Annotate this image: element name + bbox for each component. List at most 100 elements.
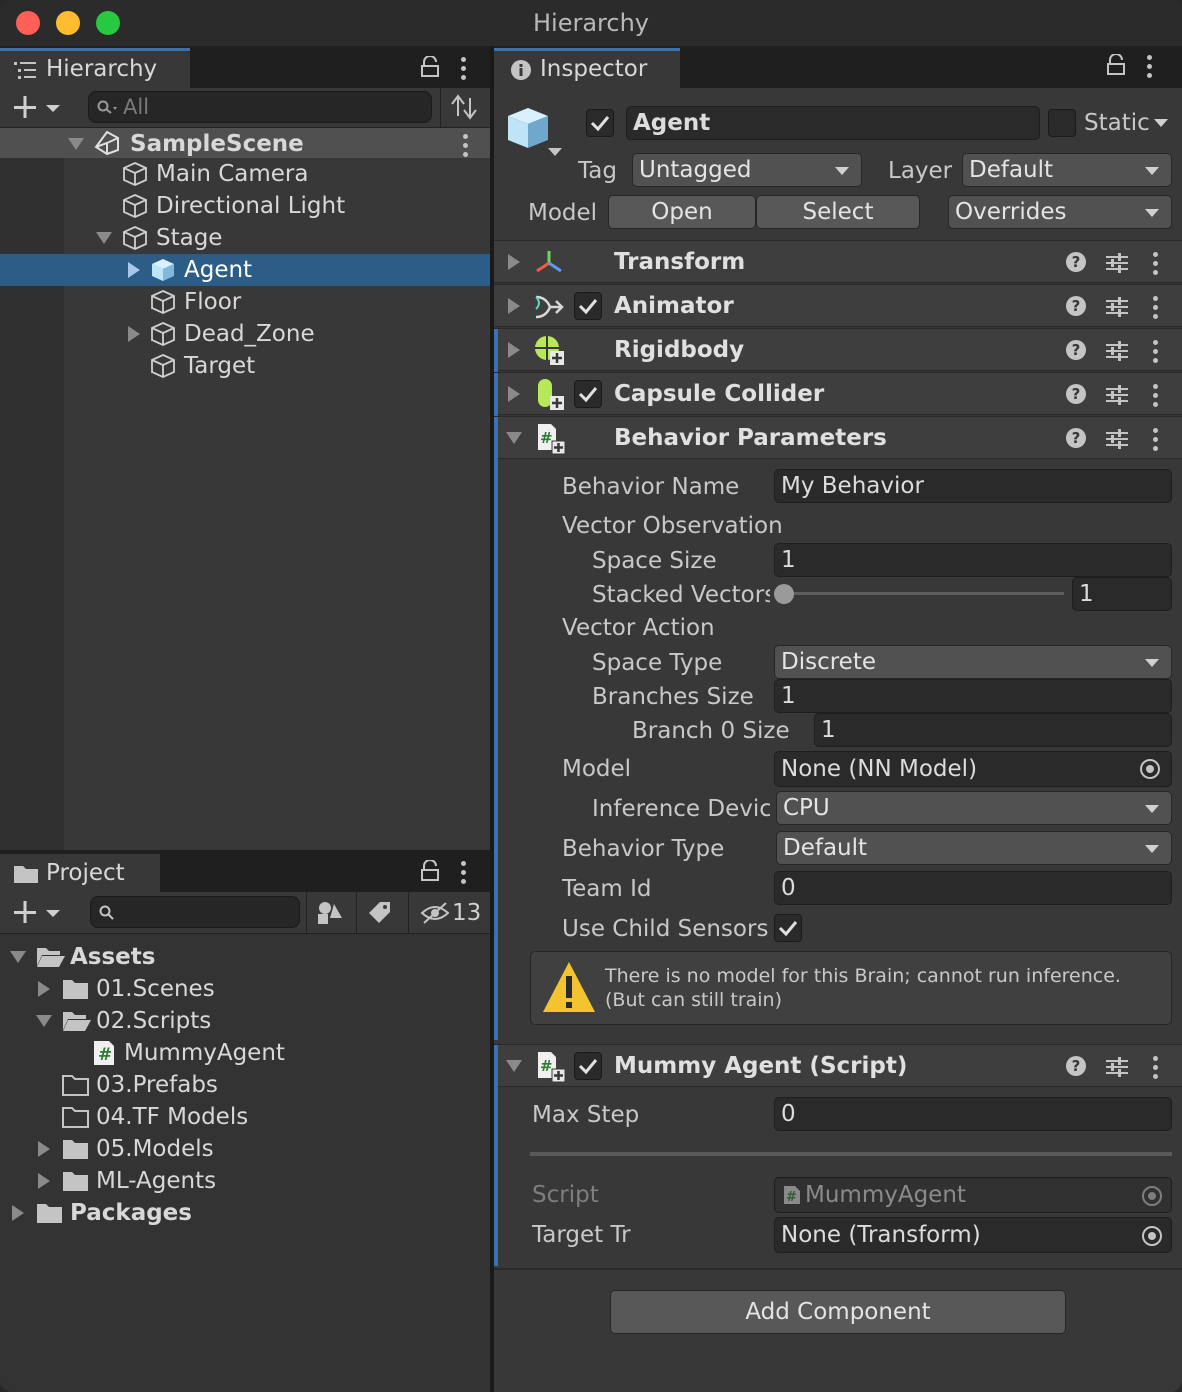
tab-hierarchy[interactable]: Hierarchy [0,48,190,88]
component-behavior-parameters[interactable]: # Behavior Parameters ? [494,416,1182,461]
sort-icon[interactable] [450,94,478,122]
static-dropdown-icon[interactable] [1154,119,1168,127]
overrides-dropdown[interactable]: Overrides [948,195,1172,229]
expand-arrow-icon[interactable] [128,326,140,342]
close-window-button[interactable] [16,11,40,35]
component-mummy-agent[interactable]: # Mummy Agent (Script) ? [494,1044,1182,1089]
object-picker-icon[interactable] [1139,758,1161,780]
hierarchy-item-directional-light[interactable]: Directional Light [0,190,490,222]
help-icon[interactable]: ? [1066,384,1086,404]
lock-icon[interactable] [420,56,440,78]
collapse-arrow-icon[interactable] [506,1060,522,1072]
component-animator[interactable]: Animator ? [494,284,1182,327]
expand-arrow-icon[interactable] [508,254,520,270]
use-child-sensors-toggle[interactable] [774,914,802,942]
behavior-type-dropdown[interactable]: Default [776,831,1172,865]
scene-row[interactable]: SampleScene [0,128,490,158]
zoom-window-button[interactable] [96,11,120,35]
help-icon[interactable]: ? [1066,252,1086,272]
project-item-scenes[interactable]: 01.Scenes [0,973,490,1005]
object-name-input[interactable]: Agent [626,106,1040,140]
project-item-models[interactable]: 05.Models [0,1133,490,1165]
create-button[interactable] [12,94,64,122]
project-item-assets[interactable]: Assets [0,941,490,973]
project-item-tf-models[interactable]: 04.TF Models [0,1101,490,1133]
hierarchy-item-main-camera[interactable]: Main Camera [0,158,490,190]
hierarchy-item-stage[interactable]: Stage [0,222,490,254]
branch-0-size-input[interactable]: 1 [814,713,1172,747]
project-item-scripts[interactable]: 02.Scripts [0,1005,490,1037]
expand-arrow-icon[interactable] [38,1141,50,1157]
project-item-mummyagent[interactable]: # MummyAgent [0,1037,490,1069]
active-toggle[interactable] [586,109,614,137]
target-transform-field[interactable]: None (Transform) [774,1217,1172,1253]
component-menu-icon[interactable] [1153,428,1159,455]
stacked-vectors-slider-track[interactable] [780,592,1064,595]
behavior-name-input[interactable]: My Behavior [774,469,1172,503]
add-component-button[interactable]: Add Component [610,1290,1066,1334]
object-picker-icon[interactable] [1141,1225,1163,1247]
max-step-input[interactable]: 0 [774,1097,1172,1131]
presets-icon[interactable] [1106,1056,1128,1078]
presets-icon[interactable] [1106,252,1128,274]
space-type-dropdown[interactable]: Discrete [774,645,1172,679]
stacked-vectors-slider-handle[interactable] [774,584,794,604]
component-transform[interactable]: Transform ? [494,240,1182,283]
filter-by-label-icon[interactable] [368,900,394,926]
collapse-arrow-icon[interactable] [506,432,522,444]
team-id-input[interactable]: 0 [774,871,1172,905]
branches-size-input[interactable]: 1 [774,679,1172,713]
tab-inspector[interactable]: Inspector [494,48,680,88]
component-capsule-collider[interactable]: Capsule Collider ? [494,372,1182,417]
tab-project[interactable]: Project [0,854,160,892]
project-create-button[interactable] [12,899,64,927]
inspector-menu-icon[interactable] [1147,55,1153,82]
project-item-packages[interactable]: Packages [0,1197,490,1229]
expand-arrow-icon[interactable] [12,1205,24,1221]
component-menu-icon[interactable] [1153,340,1159,367]
help-icon[interactable]: ? [1066,428,1086,448]
help-icon[interactable]: ? [1066,340,1086,360]
help-icon[interactable]: ? [1066,296,1086,316]
component-menu-icon[interactable] [1153,1056,1159,1083]
expand-arrow-icon[interactable] [508,298,520,314]
scene-menu-icon[interactable] [463,134,469,161]
select-prefab-button[interactable]: Select [756,195,920,229]
expand-arrow-icon[interactable] [128,262,140,278]
hierarchy-item-agent[interactable]: Agent [0,254,490,286]
model-object-field[interactable]: None (NN Model) [774,751,1172,787]
stacked-vectors-input[interactable]: 1 [1072,577,1172,611]
component-enabled-toggle[interactable] [574,380,602,408]
minimize-window-button[interactable] [56,11,80,35]
tag-dropdown[interactable]: Untagged [632,153,862,187]
hierarchy-item-target[interactable]: Target [0,350,490,382]
open-prefab-button[interactable]: Open [608,195,756,229]
component-rigidbody[interactable]: Rigidbody ? [494,328,1182,373]
project-item-ml-agents[interactable]: ML-Agents [0,1165,490,1197]
hidden-packages-icon[interactable] [420,901,452,925]
inference-device-dropdown[interactable]: CPU [776,791,1172,825]
component-enabled-toggle[interactable] [574,1052,602,1080]
component-menu-icon[interactable] [1153,384,1159,411]
layer-dropdown[interactable]: Default [962,153,1172,187]
presets-icon[interactable] [1106,296,1128,318]
expand-arrow-icon[interactable] [38,1173,50,1189]
presets-icon[interactable] [1106,384,1128,406]
project-menu-icon[interactable] [461,861,467,888]
lock-icon[interactable] [420,860,440,882]
project-item-prefabs[interactable]: 03.Prefabs [0,1069,490,1101]
expand-arrow-icon[interactable] [68,138,84,150]
hierarchy-search-input[interactable]: All [88,91,432,123]
expand-arrow-icon[interactable] [38,981,50,997]
hierarchy-item-dead-zone[interactable]: Dead_Zone [0,318,490,350]
component-menu-icon[interactable] [1153,252,1159,279]
expand-arrow-icon[interactable] [96,232,112,244]
project-search-input[interactable] [90,896,300,928]
component-menu-icon[interactable] [1153,296,1159,323]
expand-arrow-icon[interactable] [36,1015,52,1027]
expand-arrow-icon[interactable] [508,342,520,358]
presets-icon[interactable] [1106,428,1128,450]
help-icon[interactable]: ? [1066,1056,1086,1076]
hierarchy-menu-icon[interactable] [461,57,467,84]
static-toggle[interactable] [1048,109,1076,137]
